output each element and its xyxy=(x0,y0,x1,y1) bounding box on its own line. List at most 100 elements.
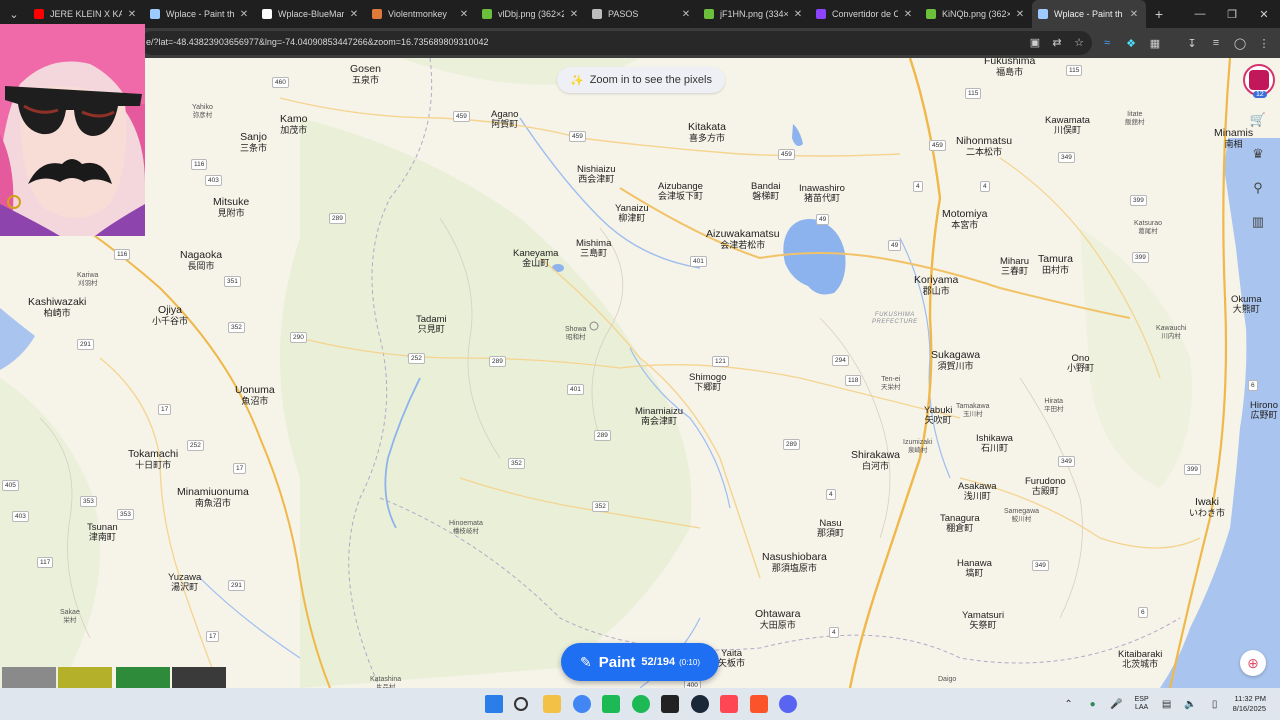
tab-close-icon[interactable]: ✕ xyxy=(680,9,692,20)
reading-list-icon[interactable]: ≡ xyxy=(1209,36,1223,50)
violentmonkey-icon xyxy=(372,9,382,19)
system-tray: ⌃ ● 🎤 ESP LAA ▤ 🔈 ▯ 11:32 PM 8/16/2025 xyxy=(1057,688,1280,720)
extensions-puzzle-icon[interactable]: ▦ xyxy=(1148,36,1162,50)
tray-overflow-icon[interactable]: ⌃ xyxy=(1062,697,1076,711)
store-cart-icon[interactable]: 🛒 xyxy=(1244,106,1272,134)
tab-close-icon[interactable]: ✕ xyxy=(126,9,138,20)
search-icon[interactable] xyxy=(514,697,528,711)
browser-tab[interactable]: vlDbj.png (362×2 ✕ xyxy=(476,0,586,28)
route-shield: 291 xyxy=(228,580,245,591)
place-name-en: Iwaki xyxy=(1195,496,1219,508)
route-shield: 405 xyxy=(2,480,19,491)
green-app-icon[interactable] xyxy=(602,695,620,713)
paint-charge-count: 52/194 xyxy=(641,656,676,668)
battery-icon[interactable]: ▯ xyxy=(1208,697,1222,711)
extension-wave-icon[interactable]: ≈ xyxy=(1100,36,1114,50)
place-name-en: Nagaoka xyxy=(180,249,223,261)
place-label: Agano 阿賀町 xyxy=(491,109,518,130)
place-label: Sakae 栄村 xyxy=(60,609,80,624)
tab-close-icon[interactable]: ✕ xyxy=(238,9,250,20)
clock[interactable]: 11:32 PM 8/16/2025 xyxy=(1233,694,1266,715)
address-bar[interactable]: e/?lat=-48.43823903656977&lng=-74.040908… xyxy=(140,31,1092,55)
zoom-hint-pill[interactable]: ✨ Zoom in to see the pixels xyxy=(557,67,725,93)
tab-close-icon[interactable]: ✕ xyxy=(458,9,470,20)
place-name-jp: 玉川村 xyxy=(962,410,983,418)
route-shield: 115 xyxy=(965,88,982,99)
close-window-icon[interactable]: ✕ xyxy=(1248,0,1280,28)
profile-avatar-button[interactable]: 12 xyxy=(1243,64,1275,98)
route-shield: 49 xyxy=(816,214,830,225)
profile-icon[interactable]: ◯ xyxy=(1233,36,1247,50)
browser-tab[interactable]: jF1HN.png (334× ✕ xyxy=(698,0,810,28)
leaderboard-icon[interactable]: ♛ xyxy=(1244,140,1272,168)
pasos-icon xyxy=(592,9,602,19)
browser-tab[interactable]: Wplace - Paint th ✕ xyxy=(1032,0,1146,28)
place-label: Nagaoka 長岡市 xyxy=(180,249,223,271)
place-name-jp: 本宮市 xyxy=(951,219,979,230)
paint-button[interactable]: ✎ Paint 52/194 (0:10) xyxy=(561,643,719,681)
new-tab-button[interactable]: + xyxy=(1146,6,1172,22)
maximize-icon[interactable]: ❐ xyxy=(1216,0,1248,28)
tray-status-icon[interactable]: ● xyxy=(1086,697,1100,711)
route-shield: 349 xyxy=(1058,152,1075,163)
bookmark-star-icon[interactable]: ☆ xyxy=(1072,35,1086,49)
tab-list: JERE KLEIN X KAT ✕ Wplace - Paint th ✕ Wplac… xyxy=(28,0,1146,28)
discord-icon[interactable] xyxy=(779,695,797,713)
tab-close-icon[interactable]: ✕ xyxy=(568,9,580,20)
route-shield: 118 xyxy=(845,375,862,386)
minimize-icon[interactable]: — xyxy=(1184,0,1216,28)
tab-close-icon[interactable]: ✕ xyxy=(1014,9,1026,20)
tab-close-icon[interactable]: ✕ xyxy=(1128,9,1140,20)
place-label: Ishikawa 石川町 xyxy=(976,433,1013,454)
place-label: Tokamachi 十日町市 xyxy=(128,448,178,470)
windows-start-icon[interactable] xyxy=(485,695,503,713)
route-shield: 116 xyxy=(191,159,208,170)
place-name-en: Hirata xyxy=(1044,398,1064,405)
place-label: Motomiya 本宮市 xyxy=(942,208,988,230)
browser-tab[interactable]: Convertidor de C ✕ xyxy=(810,0,920,28)
route-shield: 459 xyxy=(778,149,795,160)
place-label: Iwaki いわき市 xyxy=(1189,496,1225,518)
tab-close-icon[interactable]: ✕ xyxy=(792,9,804,20)
tab-close-icon[interactable]: ✕ xyxy=(902,9,914,20)
download-icon[interactable]: ↧ xyxy=(1185,36,1199,50)
chrome-icon[interactable] xyxy=(573,695,591,713)
place-name-jp: 白河市 xyxy=(862,460,890,471)
toolbar-right-icons: ↧ ≡ ◯ ⋮ xyxy=(1185,36,1271,50)
browser-menu-icon[interactable]: ⋮ xyxy=(1257,36,1271,50)
place-label: Tamura 田村市 xyxy=(1038,253,1073,275)
place-name-en: Mitsuke xyxy=(213,196,250,208)
terminal-icon[interactable] xyxy=(661,695,679,713)
spotify-icon[interactable] xyxy=(632,695,650,713)
translate-icon[interactable]: ⇄ xyxy=(1050,35,1064,49)
url-text[interactable]: e/?lat=-48.43823903656977&lng=-74.040908… xyxy=(146,37,489,47)
place-label: Fukushima 福島市 xyxy=(984,58,1035,77)
volume-icon[interactable]: 🔈 xyxy=(1184,697,1198,711)
map-canvas[interactable]: 460 459 459 459 115 115 459 349 4 4 116 403 289 49 49 4… xyxy=(0,58,1280,688)
network-icon[interactable]: ▤ xyxy=(1160,697,1174,711)
route-shield: 6 xyxy=(1248,380,1258,391)
browser-tab[interactable]: Wplace - Paint th ✕ xyxy=(144,0,256,28)
valorant-icon[interactable] xyxy=(720,695,738,713)
place-label: Nasushiobara 那須塩原市 xyxy=(762,551,827,573)
route-shield: 117 xyxy=(37,557,54,568)
extension-sevenz-icon[interactable]: ❖ xyxy=(1124,36,1138,50)
statistics-icon[interactable]: ▥ xyxy=(1244,208,1272,236)
steam-icon[interactable] xyxy=(691,695,709,713)
cast-icon[interactable]: ▣ xyxy=(1028,35,1042,49)
microphone-icon[interactable]: 🎤 xyxy=(1110,697,1124,711)
tab-close-icon[interactable]: ✕ xyxy=(348,9,360,20)
browser-tab[interactable]: PASOS ✕ xyxy=(586,0,698,28)
browser-tab[interactable]: Violentmonkey ✕ xyxy=(366,0,476,28)
brave-icon[interactable] xyxy=(750,695,768,713)
place-name-en: Aizuwakamatsu xyxy=(706,228,780,240)
search-location-icon[interactable]: ⚲ xyxy=(1244,174,1272,202)
browser-tab[interactable]: KiNQb.png (362× ✕ xyxy=(920,0,1032,28)
file-explorer-icon[interactable] xyxy=(543,695,561,713)
browser-tab[interactable]: Wplace-BlueMarb ✕ xyxy=(256,0,366,28)
route-shield: 459 xyxy=(929,140,946,151)
locate-me-icon[interactable]: ⊕ xyxy=(1240,650,1266,676)
place-name-jp: 西会津町 xyxy=(578,174,615,185)
wplace-icon xyxy=(1038,9,1048,19)
input-language[interactable]: ESP LAA xyxy=(1135,696,1149,712)
